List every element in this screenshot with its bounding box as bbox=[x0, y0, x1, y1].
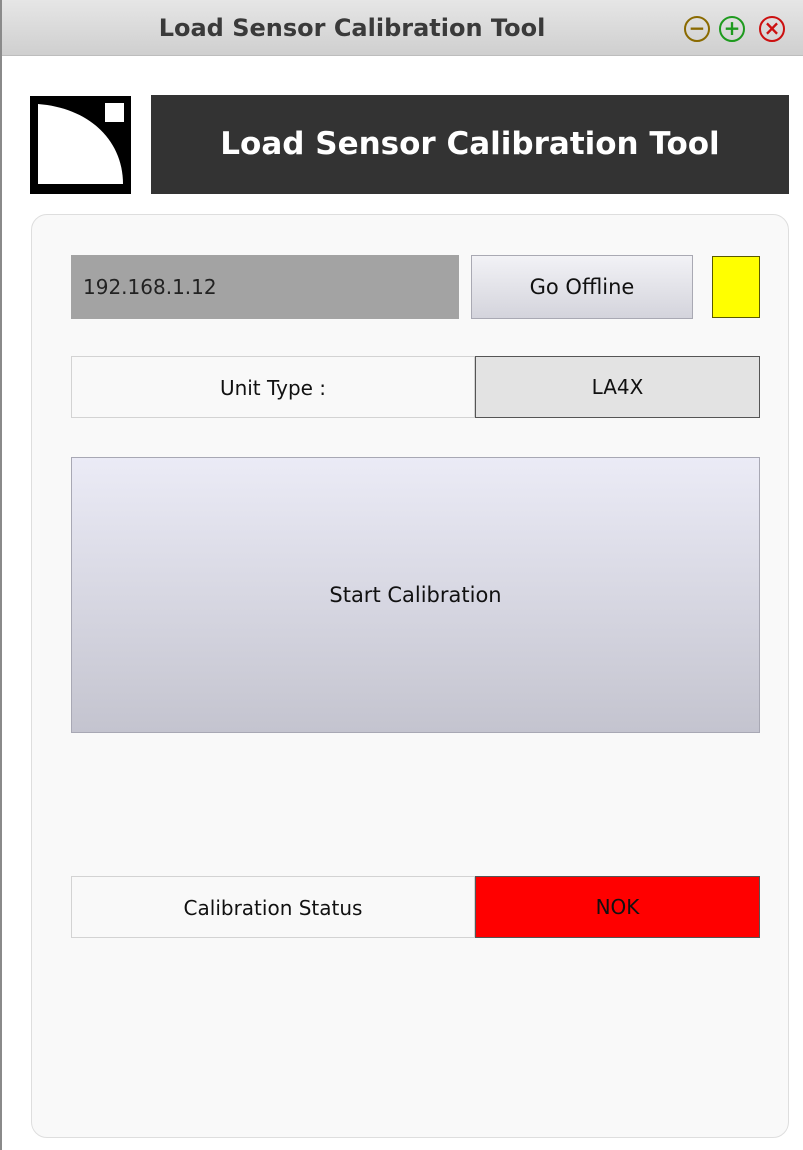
unit-type-label: Unit Type : bbox=[71, 356, 475, 418]
close-icon[interactable]: × bbox=[759, 16, 785, 42]
maximize-icon[interactable]: + bbox=[719, 16, 745, 42]
go-offline-button[interactable]: Go Offline bbox=[471, 255, 693, 319]
start-calibration-button[interactable]: Start Calibration bbox=[71, 457, 760, 733]
ip-address-field[interactable] bbox=[71, 255, 459, 319]
calibration-status-label: Calibration Status bbox=[71, 876, 475, 938]
app-window: Load Sensor Calibration Tool − + × Load … bbox=[0, 0, 803, 1150]
title-bar[interactable]: Load Sensor Calibration Tool − + × bbox=[2, 0, 803, 56]
connection-status-indicator bbox=[712, 256, 760, 318]
brand-logo-icon bbox=[30, 96, 131, 194]
app-header-title: Load Sensor Calibration Tool bbox=[151, 95, 789, 194]
calibration-status-value: NOK bbox=[475, 876, 760, 938]
unit-type-value: LA4X bbox=[475, 356, 760, 418]
minimize-icon[interactable]: − bbox=[684, 16, 710, 42]
window-title: Load Sensor Calibration Tool bbox=[158, 14, 546, 42]
